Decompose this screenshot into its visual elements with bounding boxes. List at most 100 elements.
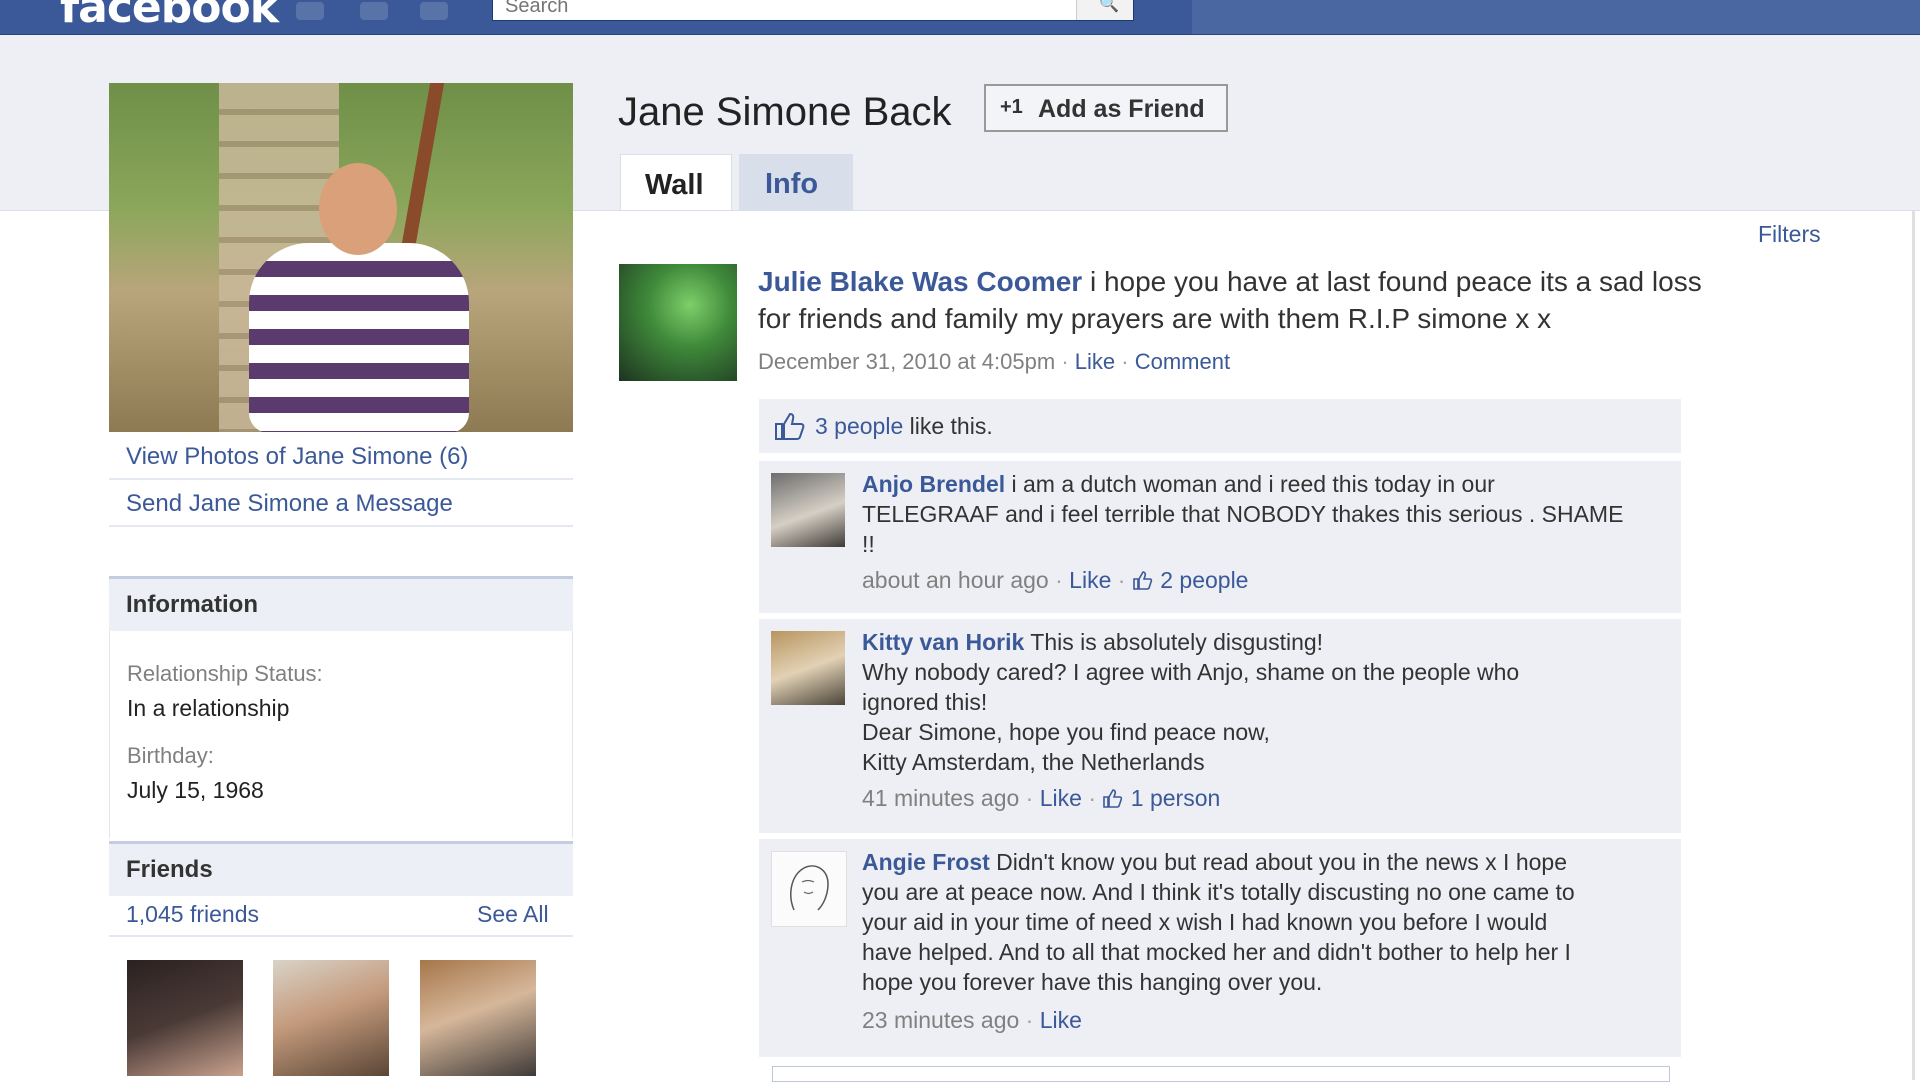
view-photos-label[interactable]: View Photos of Jane Simone (6) [126, 443, 468, 471]
comment-text-line: hope you forever have this hanging over … [862, 969, 1323, 995]
birthday-label: Birthday: [127, 743, 214, 768]
send-message-label[interactable]: Send Jane Simone a Message [126, 490, 453, 518]
comment-text-line: TELEGRAAF and i feel terrible that NOBOD… [862, 501, 1624, 527]
comment-text-line: Angie Frost Didn't know you but read abo… [862, 849, 1567, 876]
post-like-link[interactable]: Like [1075, 349, 1115, 374]
information-box-header: Information [109, 576, 573, 631]
comment-text-line: Kitty van Horik This is absolutely disgu… [862, 629, 1323, 656]
friend-thumbnail[interactable] [273, 960, 389, 1076]
like-summary-bar: 3 people like this. [759, 399, 1681, 453]
friend-requests-icon[interactable] [296, 2, 324, 20]
comment-text-line: you are at peace now. And I think it's t… [862, 879, 1575, 905]
information-box-body: Relationship Status: In a relationship B… [109, 631, 573, 838]
filters-link[interactable]: Filters [1758, 221, 1821, 248]
separator: · [1117, 567, 1132, 593]
comment-text: Didn't know you but read about you in th… [989, 849, 1567, 875]
sketch-portrait-icon [790, 865, 829, 911]
comment-time: 41 minutes ago [862, 785, 1020, 811]
comment-like-link[interactable]: Like [1040, 1007, 1082, 1033]
comment-text-line: Kitty Amsterdam, the Netherlands [862, 749, 1205, 775]
commenter-name-link[interactable]: Anjo Brendel [862, 471, 1005, 497]
facebook-logo[interactable]: facebook [60, 0, 279, 33]
separator: · [1025, 1007, 1040, 1033]
like-summary-text: 3 people like this. [815, 413, 993, 440]
notifications-icon[interactable] [420, 2, 448, 20]
comment-meta: about an hour ago · Like · 2 people [862, 567, 1248, 594]
comment-like-link[interactable]: Like [1040, 785, 1082, 811]
comment-text: i am a dutch woman and i reed this today… [1005, 471, 1495, 497]
separator: · [1061, 349, 1075, 374]
commenter-avatar[interactable] [771, 851, 847, 927]
add-friend-label: Add as Friend [1038, 95, 1205, 123]
comment-likes-link[interactable]: 2 people [1160, 567, 1248, 593]
post-text: i hope you have at last found peace its … [1082, 266, 1702, 297]
comment-meta: 23 minutes ago · Like [862, 1007, 1082, 1034]
post-meta: December 31, 2010 at 4:05pm · Like · Com… [758, 349, 1230, 375]
friends-box-header: Friends [109, 841, 573, 896]
post-comment-link[interactable]: Comment [1135, 349, 1230, 374]
commenter-avatar[interactable] [771, 473, 845, 547]
add-as-friend-button[interactable]: +1 Add as Friend [984, 84, 1228, 132]
comment: Angie Frost Didn't know you but read abo… [759, 836, 1681, 1057]
search-button[interactable]: 🔍 [1076, 0, 1133, 20]
friend-thumbnail[interactable] [420, 960, 536, 1076]
information-heading: Information [126, 591, 258, 618]
tab-wall-label: Wall [645, 169, 704, 201]
comment-time: 23 minutes ago [862, 1007, 1020, 1033]
search-box: 🔍 [492, 0, 1134, 21]
friends-heading: Friends [126, 856, 213, 883]
friend-thumbnail[interactable] [127, 960, 243, 1076]
comment-meta: 41 minutes ago · Like · 1 person [862, 785, 1220, 812]
relationship-label: Relationship Status: [127, 661, 323, 686]
topbar-right-area [1192, 0, 1920, 34]
comment-likes-link[interactable]: 1 person [1131, 785, 1221, 811]
separator: · [1121, 349, 1135, 374]
comment-text-line: Why nobody cared? I agree with Anjo, sha… [862, 659, 1520, 685]
separator: · [1088, 785, 1103, 811]
post-author-avatar[interactable] [619, 264, 737, 381]
comment: Kitty van Horik This is absolutely disgu… [759, 616, 1681, 833]
see-all-friends-link[interactable]: See All [477, 901, 549, 928]
commenter-avatar[interactable] [771, 631, 845, 705]
tab-info[interactable]: Info [739, 154, 853, 210]
post-timestamp[interactable]: December 31, 2010 at 4:05pm [758, 349, 1055, 374]
search-input[interactable] [503, 0, 1067, 19]
thumbs-up-icon [1133, 571, 1153, 590]
thumbs-up-icon [1103, 789, 1123, 808]
likes-people-link[interactable]: 3 people [815, 413, 903, 439]
send-message-link[interactable]: Send Jane Simone a Message [109, 481, 573, 527]
photo-person-head [319, 163, 397, 255]
comment-time: about an hour ago [862, 567, 1049, 593]
commenter-name-link[interactable]: Kitty van Horik [862, 629, 1024, 655]
comment-text-line: have helped. And to all that mocked her … [862, 939, 1571, 965]
page-right-border [1912, 210, 1915, 1080]
tab-info-label: Info [765, 168, 819, 200]
thumbs-up-icon [775, 412, 805, 440]
comment-text-line: !! [862, 531, 875, 557]
commenter-name-link[interactable]: Angie Frost [862, 849, 990, 875]
add-friend-icon: +1 [1000, 96, 1023, 118]
comment-text-line: ignored this! [862, 689, 988, 715]
post-author-link[interactable]: Julie Blake Was Coomer [758, 266, 1082, 297]
birthday-value: July 15, 1968 [127, 777, 264, 803]
messages-icon[interactable] [360, 2, 388, 20]
divider [109, 935, 573, 937]
profile-picture[interactable] [109, 83, 573, 432]
comment-text-line: Dear Simone, hope you find peace now, [862, 719, 1270, 745]
comment-like-link[interactable]: Like [1069, 567, 1111, 593]
comment-text-line: your aid in your time of need x wish I h… [862, 909, 1548, 935]
comment-text-line: Anjo Brendel i am a dutch woman and i re… [862, 471, 1495, 498]
profile-name: Jane Simone Back [618, 90, 952, 134]
relationship-value: In a relationship [127, 695, 290, 721]
post-text-line: for friends and family my prayers are wi… [758, 303, 1552, 334]
comment: Anjo Brendel i am a dutch woman and i re… [759, 458, 1681, 613]
comment-text: This is absolutely disgusting! [1024, 629, 1324, 655]
photo-person-body [249, 243, 469, 432]
search-icon: 🔍 [1099, 0, 1119, 13]
friends-count-link[interactable]: 1,045 friends [126, 901, 259, 928]
tab-wall[interactable]: Wall [620, 154, 732, 210]
separator: · [1055, 567, 1070, 593]
top-navigation-bar: facebook 🔍 [0, 0, 1920, 35]
view-photos-link[interactable]: View Photos of Jane Simone (6) [109, 434, 573, 480]
separator: · [1025, 785, 1040, 811]
